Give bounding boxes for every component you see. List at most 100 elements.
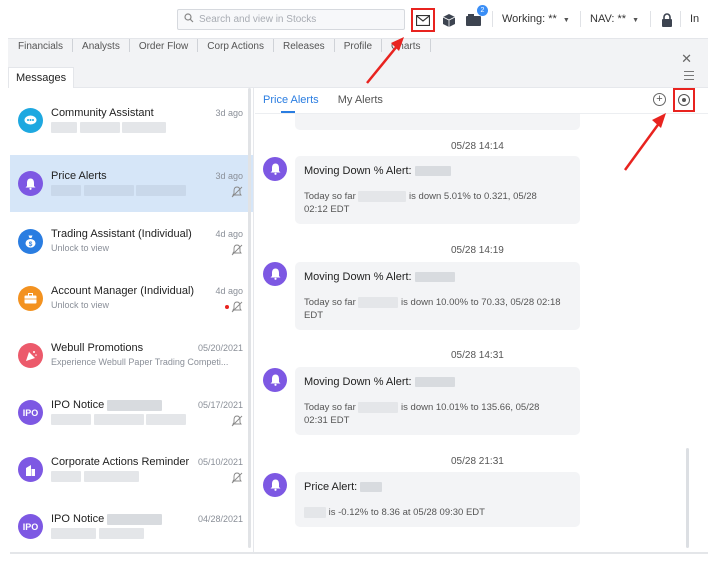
tab-analysts[interactable]: Analysts (73, 39, 130, 52)
briefcase-icon (18, 286, 43, 311)
alert-body-text-2: 02:12 EDT (304, 204, 350, 215)
plus-icon: + (656, 93, 663, 105)
list-item-community-assistant[interactable]: Community Assistant 3d ago (10, 92, 253, 149)
party-icon (18, 343, 43, 368)
tab-profile[interactable]: Profile (335, 39, 383, 52)
building-icon (18, 457, 43, 482)
folder-icon (465, 14, 481, 26)
bell-icon (263, 157, 287, 181)
item-name: Account Manager (Individual) (51, 285, 195, 297)
item-name: IPO Notice (51, 399, 163, 411)
alert-title: Moving Down % Alert: (304, 271, 571, 283)
alert-prefix: Today so far (304, 191, 356, 202)
tab-price-alerts[interactable]: Price Alerts (263, 94, 319, 113)
detail-scrollbar[interactable] (686, 448, 689, 548)
mute-bell-icon (231, 186, 243, 198)
target-button[interactable] (673, 88, 695, 112)
working-dropdown[interactable]: Working: ** ▼ (502, 13, 570, 25)
item-preview: Unlock to view (51, 300, 110, 310)
alert-body: Today so far is down 10.00% to 70.33, 05… (304, 296, 571, 322)
nav-dropdown[interactable]: NAV: ** ▼ (590, 13, 639, 25)
alert-body-text: is down 5.01% to 0.321, 05/28 (409, 191, 537, 202)
tab-order-flow[interactable]: Order Flow (130, 39, 199, 52)
item-name: IPO Notice (51, 513, 163, 525)
cube-icon (443, 13, 455, 27)
close-icon[interactable]: ✕ (681, 52, 692, 66)
alert-prefix: Today so far (304, 297, 356, 308)
item-preview-redacted (51, 528, 144, 540)
inbox-button[interactable]: 2 (462, 5, 488, 31)
ipo-icon: IPO (18, 514, 43, 539)
add-alert-button[interactable]: + (653, 93, 666, 106)
list-item-price-alerts[interactable]: Price Alerts 3d ago (10, 155, 253, 212)
ipo-avatar-text: IPO (22, 407, 39, 418)
item-date: 4d ago (215, 229, 243, 239)
previous-alert-card (295, 114, 580, 130)
alert-body-text-2: EDT (304, 310, 323, 321)
bell-icon (263, 262, 287, 286)
bell-icon (18, 171, 43, 196)
tab-corp-actions[interactable]: Corp Actions (198, 39, 274, 52)
chevron-down-icon: ▼ (562, 17, 570, 24)
alert-timestamp: 05/28 21:31 (451, 456, 504, 467)
working-label: Working: ** (502, 13, 557, 25)
alert-body-text: is down 10.01% to 135.66, 05/28 (401, 402, 540, 413)
alert-title: Moving Down % Alert: (304, 376, 571, 388)
search-input[interactable]: Search and view in Stocks (177, 9, 405, 30)
messages-envelope-button[interactable] (411, 8, 435, 32)
item-preview: Experience Webull Paper Trading Competi.… (51, 357, 229, 367)
menu-icon[interactable] (684, 71, 694, 80)
chevron-down-icon: ▼ (632, 17, 640, 24)
tab-financials[interactable]: Financials (8, 39, 74, 52)
alert-title: Price Alert: (304, 481, 571, 493)
lock-button[interactable] (656, 9, 678, 31)
nav-label: NAV: ** (590, 13, 627, 25)
shield-button[interactable] (438, 9, 460, 31)
item-date: 05/10/2021 (197, 457, 243, 467)
lock-icon (662, 13, 672, 27)
ipo-avatar-text: IPO (22, 521, 39, 532)
top-toolbar: Search and view in Stocks 2 Working: ** ▼… (0, 0, 714, 38)
alert-timestamp: 05/28 14:14 (451, 141, 504, 152)
item-name-text: IPO Notice (51, 399, 105, 411)
list-item-webull-promotions[interactable]: Webull Promotions 05/20/2021 Experience … (10, 327, 253, 384)
item-date: 3d ago (215, 171, 243, 181)
search-icon (184, 13, 194, 26)
item-preview-redacted (51, 185, 187, 197)
item-preview-redacted (51, 414, 187, 426)
list-item-ipo-notice-2[interactable]: IPO IPO Notice 04/28/2021 (10, 498, 253, 552)
list-scrollbar[interactable] (248, 88, 251, 548)
alert-title-text: Moving Down % Alert: (304, 376, 412, 388)
search-placeholder: Search and view in Stocks (199, 14, 317, 25)
alert-body-text: is -0.12% to 8.36 at 05/28 09:30 EDT (328, 507, 485, 518)
item-name: Webull Promotions (51, 342, 144, 354)
messages-tab[interactable]: Messages (8, 67, 74, 88)
mute-bell-icon (231, 415, 243, 427)
list-item-account-manager[interactable]: Account Manager (Individual) 4d ago Unlo… (10, 270, 253, 327)
alert-detail-pane: Price Alerts My Alerts + 05/28 14:14 Mov… (255, 88, 708, 552)
tab-releases[interactable]: Releases (274, 39, 335, 52)
alert-card[interactable]: Moving Down % Alert: Today so far is dow… (295, 156, 580, 224)
alert-card[interactable]: Price Alert: is -0.12% to 8.36 at 05/28 … (295, 472, 580, 527)
message-count-badge: 2 (477, 5, 488, 16)
tab-my-alerts[interactable]: My Alerts (338, 94, 383, 110)
toolbar-cut-label[interactable]: In (690, 13, 699, 25)
bell-icon (263, 368, 287, 392)
alert-card[interactable]: Moving Down % Alert: Today so far is dow… (295, 367, 580, 435)
list-item-trading-assistant[interactable]: $ Trading Assistant (Individual) 4d ago … (10, 213, 253, 270)
alert-timestamp: 05/28 14:31 (451, 350, 504, 361)
svg-text:$: $ (29, 241, 33, 248)
ipo-icon: IPO (18, 400, 43, 425)
envelope-icon (416, 14, 430, 26)
mute-bell-icon (231, 301, 243, 313)
panel-close-row: ✕ (8, 52, 708, 67)
alert-card[interactable]: Moving Down % Alert: Today so far is dow… (295, 262, 580, 330)
list-item-corporate-actions[interactable]: Corporate Actions Reminder 05/10/2021 (10, 441, 253, 498)
mute-bell-icon (231, 244, 243, 256)
money-bag-icon: $ (18, 229, 43, 254)
alert-title-text: Moving Down % Alert: (304, 165, 412, 177)
tab-charts[interactable]: Charts (382, 39, 431, 52)
list-item-ipo-notice[interactable]: IPO IPO Notice 05/17/2021 (10, 384, 253, 441)
item-name: Community Assistant (51, 107, 154, 119)
stock-tabs: Financials Analysts Order Flow Corp Acti… (8, 38, 708, 52)
